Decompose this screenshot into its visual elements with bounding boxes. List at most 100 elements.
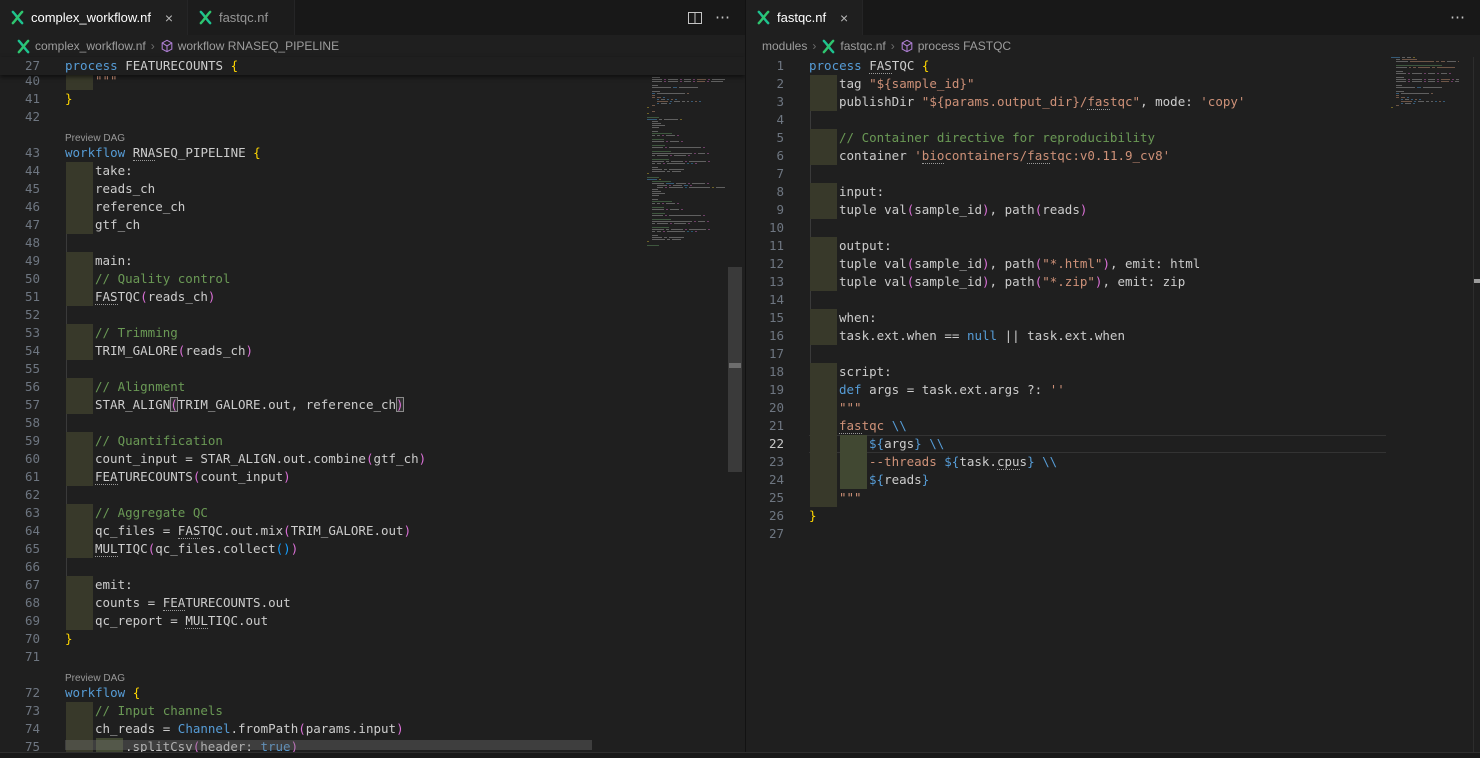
code-line-74[interactable]: 74ch_reads = Channel.fromPath(params.inp… [0,720,660,738]
code-line-6[interactable]: 6container 'biocontainers/fastqc:v0.11.9… [746,147,1386,165]
split-editor-icon[interactable] [687,10,703,26]
breadcrumb-item[interactable]: modules [762,39,807,53]
code-line-1[interactable]: 1process FASTQC { [746,57,1386,75]
line-number: 8 [746,183,784,201]
code-line-55[interactable]: 55 [0,360,660,378]
code-line-25[interactable]: 25""" [746,489,1386,507]
code-line-73[interactable]: 73// Input channels [0,702,660,720]
line-number: 46 [0,198,40,216]
code-line-19[interactable]: 19def args = task.ext.args ?: '' [746,381,1386,399]
code-line-63[interactable]: 63// Aggregate QC [0,504,660,522]
horizontal-scrollbar-left[interactable] [65,740,592,750]
code-editor-right[interactable]: 1process FASTQC {2tag "${sample_id}"3pub… [746,57,1480,758]
code-line-50[interactable]: 50// Quality control [0,270,660,288]
code-line-44[interactable]: 44take: [0,162,660,180]
code-line-20[interactable]: 20""" [746,399,1386,417]
indent-guide [66,414,67,432]
code-line-49[interactable]: 49main: [0,252,660,270]
breadcrumb-item[interactable]: workflow RNASEQ_PIPELINE [160,39,339,53]
code-line-71[interactable]: 71 [0,648,660,666]
more-actions-icon[interactable]: ⋯ [715,13,731,23]
codelens-preview-dag[interactable]: Preview DAG [65,666,125,684]
tab-label: fastqc.nf [777,10,826,25]
line-content: main: [65,252,660,270]
code-line-21[interactable]: 21fastqc \\ [746,417,1386,435]
code-line-16[interactable]: 16task.ext.when == null || task.ext.when [746,327,1386,345]
code-line-68[interactable]: 68counts = FEATURECOUNTS.out [0,594,660,612]
code-line-46[interactable]: 46reference_ch [0,198,660,216]
sticky-scroll-line-27[interactable]: 27process FEATURECOUNTS { [0,57,745,75]
code-line-42[interactable]: 42 [0,108,660,126]
line-number: 60 [0,450,40,468]
code-line-60[interactable]: 60 count_input = STAR_ALIGN.out.combine(g… [0,450,660,468]
code-line-51[interactable]: 51FASTQC(reads_ch) [0,288,660,306]
line-content: tuple val(sample_id), path("*.zip"), emi… [809,273,1386,291]
code-line-53[interactable]: 53// Trimming [0,324,660,342]
code-line-23[interactable]: 23--threads ${task.cpus} \\ [746,453,1386,471]
code-line-27[interactable]: 27 [746,525,1386,543]
code-line-26[interactable]: 26} [746,507,1386,525]
minimap-left[interactable] [645,57,733,249]
code-line-8[interactable]: 8input: [746,183,1386,201]
code-line-9[interactable]: 9tuple val(sample_id), path(reads) [746,201,1386,219]
breadcrumb-item[interactable]: fastqc.nf [821,39,885,54]
code-line-70[interactable]: 70} [0,630,660,648]
code-line-18[interactable]: 18script: [746,363,1386,381]
line-number: 4 [746,111,784,129]
breadcrumb-item[interactable]: complex_workflow.nf [16,39,146,54]
indent-guide [810,111,811,129]
code-editor-left[interactable]: 40"""41}42Preview DAG43workflow RNASEQ_P… [0,57,745,758]
code-line-72[interactable]: 72workflow { [0,684,660,702]
code-line-12[interactable]: 12tuple val(sample_id), path("*.html"), … [746,255,1386,273]
tab-complex_workflow-nf[interactable]: complex_workflow.nf× [0,0,188,35]
code-line-69[interactable]: 69qc_report = MULTIQC.out [0,612,660,630]
code-line-52[interactable]: 52 [0,306,660,324]
minimap-right[interactable] [1389,57,1459,113]
code-line-62[interactable]: 62 [0,486,660,504]
more-actions-icon[interactable]: ⋯ [1450,13,1466,23]
close-tab-icon[interactable]: × [836,10,852,26]
code-line-15[interactable]: 15when: [746,309,1386,327]
code-line-61[interactable]: 61FEATURECOUNTS(count_input) [0,468,660,486]
code-line-11[interactable]: 11output: [746,237,1386,255]
code-line-7[interactable]: 7 [746,165,1386,183]
code-line-17[interactable]: 17 [746,345,1386,363]
line-number: 18 [746,363,784,381]
code-line-22[interactable]: 22${args} \\ [746,435,1386,453]
indent-guide [66,558,67,576]
code-line-41[interactable]: 41} [0,90,660,108]
code-line-4[interactable]: 4 [746,111,1386,129]
code-line-24[interactable]: 24${reads} [746,471,1386,489]
code-line-64[interactable]: 64qc_files = FASTQC.out.mix(TRIM_GALORE.… [0,522,660,540]
close-tab-icon[interactable]: × [161,10,177,26]
line-content: task.ext.when == null || task.ext.when [809,327,1386,345]
code-line-67[interactable]: 67emit: [0,576,660,594]
code-line-57[interactable]: 57STAR_ALIGN(TRIM_GALORE.out, reference_… [0,396,660,414]
tab-fastqc-nf[interactable]: fastqc.nf [188,0,295,35]
code-line-5[interactable]: 5// Container directive for reproducibil… [746,129,1386,147]
breadcrumb-item[interactable]: process FASTQC [900,39,1011,53]
line-number: 13 [746,273,784,291]
code-line-65[interactable]: 65MULTIQC(qc_files.collect()) [0,540,660,558]
code-line-48[interactable]: 48 [0,234,660,252]
line-number: 42 [0,108,40,126]
vertical-scrollbar-left[interactable] [728,267,742,472]
tab-fastqc-nf[interactable]: fastqc.nf × [746,0,863,35]
code-line-2[interactable]: 2tag "${sample_id}" [746,75,1386,93]
line-content: count_input = STAR_ALIGN.out.combine(gtf… [65,450,660,468]
code-line-66[interactable]: 66 [0,558,660,576]
code-line-3[interactable]: 3publishDir "${params.output_dir}/fastqc… [746,93,1386,111]
code-line-10[interactable]: 10 [746,219,1386,237]
codelens-preview-dag[interactable]: Preview DAG [65,126,125,144]
line-number: 57 [0,396,40,414]
code-line-58[interactable]: 58 [0,414,660,432]
code-line-13[interactable]: 13 tuple val(sample_id), path("*.zip"), e… [746,273,1386,291]
code-line-47[interactable]: 47gtf_ch [0,216,660,234]
code-line-56[interactable]: 56// Alignment [0,378,660,396]
code-line-59[interactable]: 59// Quantification [0,432,660,450]
indent-guide [810,219,811,237]
code-line-54[interactable]: 54TRIM_GALORE(reads_ch) [0,342,660,360]
code-line-45[interactable]: 45reads_ch [0,180,660,198]
code-line-14[interactable]: 14 [746,291,1386,309]
code-line-43[interactable]: 43workflow RNASEQ_PIPELINE { [0,144,660,162]
